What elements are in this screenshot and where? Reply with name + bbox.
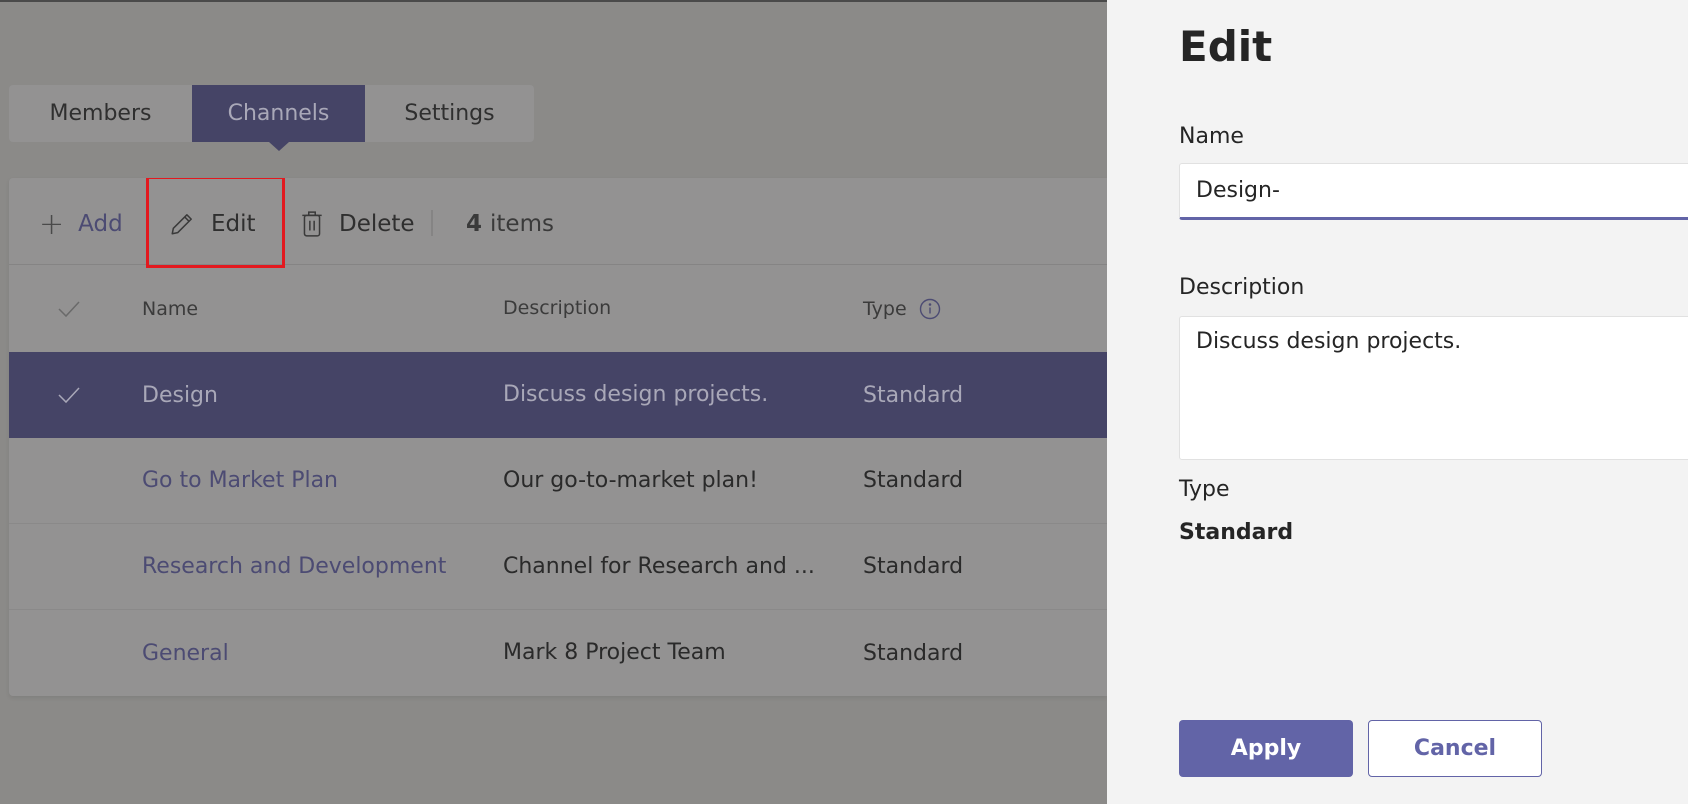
item-count: 4 items xyxy=(466,204,554,244)
apply-button[interactable]: Apply xyxy=(1179,720,1353,777)
add-button[interactable]: + Add xyxy=(39,204,123,244)
window-top-edge xyxy=(0,0,1107,2)
row-checkbox[interactable] xyxy=(54,610,84,696)
panel-title: Edit xyxy=(1179,22,1273,71)
item-count-suffix: items xyxy=(490,211,554,237)
name-input[interactable] xyxy=(1179,163,1688,220)
column-header-description[interactable]: Description xyxy=(503,265,833,352)
type-label: Type xyxy=(1179,477,1230,502)
delete-button[interactable]: Delete xyxy=(301,204,415,244)
column-header-type[interactable]: Type xyxy=(863,265,941,352)
table-row[interactable]: Go to Market Plan Our go-to-market plan!… xyxy=(9,438,1107,524)
name-label: Name xyxy=(1179,124,1244,149)
tab-settings[interactable]: Settings xyxy=(365,85,534,142)
delete-label: Delete xyxy=(339,211,415,237)
description-label: Description xyxy=(1179,275,1305,300)
table-row[interactable]: General Mark 8 Project Team Standard xyxy=(9,610,1107,696)
tab-members[interactable]: Members xyxy=(9,85,192,142)
pencil-icon xyxy=(171,214,192,235)
channel-type: Standard xyxy=(863,382,964,408)
channel-name[interactable]: Go to Market Plan xyxy=(142,438,338,523)
column-header-name[interactable]: Name xyxy=(142,265,198,352)
info-icon[interactable] xyxy=(919,298,941,320)
channels-card: + Add Edit Delete 4 items Name Descripti… xyxy=(9,178,1107,696)
table-header: Name Description Type xyxy=(9,265,1107,352)
checkmark-icon xyxy=(58,300,80,317)
item-count-number: 4 xyxy=(466,211,483,237)
edit-button[interactable]: Edit xyxy=(169,204,256,244)
tab-channels[interactable]: Channels xyxy=(192,85,365,151)
plus-icon: + xyxy=(39,206,65,242)
channel-description: Channel for Research and ... xyxy=(503,554,815,579)
channel-name[interactable]: Research and Development xyxy=(142,524,446,609)
channel-type: Standard xyxy=(863,554,964,579)
row-checkbox[interactable] xyxy=(54,352,84,438)
channel-description: Our go-to-market plan! xyxy=(503,468,758,493)
channel-type: Standard xyxy=(863,468,964,493)
cancel-button[interactable]: Cancel xyxy=(1368,720,1542,777)
channel-name[interactable]: General xyxy=(142,610,229,696)
table-row[interactable]: Research and Development Channel for Res… xyxy=(9,524,1107,610)
channel-description: Discuss design projects. xyxy=(503,382,769,407)
checkmark-icon xyxy=(58,387,80,404)
row-checkbox[interactable] xyxy=(54,524,84,609)
channel-name[interactable]: Design xyxy=(142,352,218,438)
type-value: Standard xyxy=(1179,520,1294,545)
row-checkbox[interactable] xyxy=(54,438,84,523)
add-label: Add xyxy=(78,211,123,237)
select-all-checkbox[interactable] xyxy=(54,265,84,352)
tab-bar: Members Channels Settings xyxy=(9,85,534,151)
toolbar: + Add Edit Delete 4 items xyxy=(9,178,1107,268)
table-row[interactable]: Design Discuss design projects. Standard xyxy=(9,352,1107,438)
channel-type: Standard xyxy=(863,640,964,666)
trash-icon xyxy=(302,211,322,237)
description-textarea[interactable]: Discuss design projects. xyxy=(1179,316,1688,460)
channel-description: Mark 8 Project Team xyxy=(503,640,726,665)
edit-panel: Edit Name Description Discuss design pro… xyxy=(1107,0,1688,804)
edit-label: Edit xyxy=(211,211,256,237)
column-header-type-label: Type xyxy=(863,297,907,320)
toolbar-divider xyxy=(431,210,433,236)
